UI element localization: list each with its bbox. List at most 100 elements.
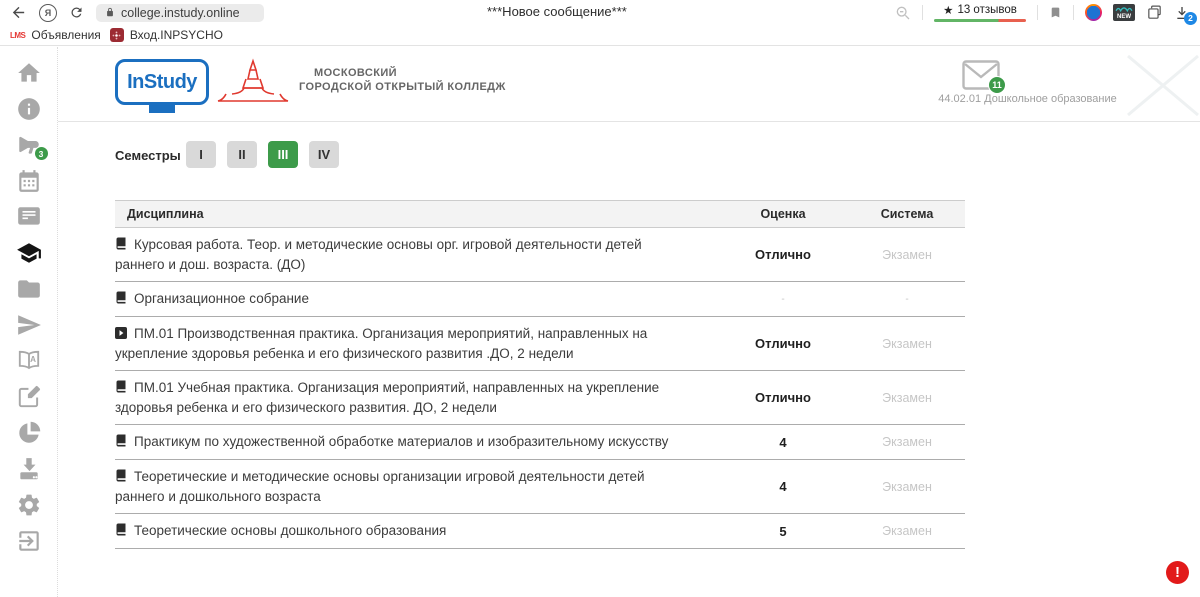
bookmark-announcements[interactable]: LMS Объявления	[10, 28, 101, 42]
system-cell: Экзамен	[849, 460, 965, 514]
extension-icon[interactable]	[1085, 4, 1102, 21]
stats-icon	[16, 420, 42, 446]
folder-icon	[16, 276, 42, 302]
collections-icon[interactable]	[1146, 4, 1163, 21]
semester-button-II[interactable]: II	[227, 141, 257, 168]
mail-icon[interactable]: 11	[962, 60, 1000, 90]
college-name: МОСКОВСКИЙ ГОРОДСКОЙ ОТКРЫТЫЙ КОЛЛЕДЖ	[299, 66, 506, 94]
svg-text:A: A	[30, 355, 36, 364]
translate-icon: A	[16, 348, 42, 374]
bookmark-icon[interactable]	[1049, 5, 1062, 20]
journal-icon	[16, 204, 42, 230]
system-cell: Экзамен	[849, 371, 965, 425]
grade-cell: Отлично	[717, 317, 849, 371]
program-title: 44.02.01 Дошкольное образование	[930, 93, 1125, 105]
semester-button-I[interactable]: I	[186, 141, 216, 168]
bookmark-inpsycho[interactable]: Вход.INPSYCHO	[110, 28, 223, 42]
grade-cell: 5	[717, 514, 849, 549]
reviews-button[interactable]: ★ 13 отзывов	[934, 3, 1026, 22]
book-icon	[115, 236, 127, 255]
sidebar-item-grades[interactable]	[15, 240, 43, 266]
grades-icon	[16, 240, 42, 266]
grade-cell: -	[717, 282, 849, 317]
system-cell: Экзамен	[849, 317, 965, 371]
sidebar-item-calendar[interactable]	[15, 168, 43, 194]
column-grade: Оценка	[717, 201, 849, 228]
discipline-name: ПМ.01 Производственная практика. Организ…	[115, 326, 647, 361]
discipline-cell: ПМ.01 Производственная практика. Организ…	[115, 317, 717, 371]
discipline-name: ПМ.01 Учебная практика. Организация меро…	[115, 380, 659, 415]
college-logo-icon	[210, 58, 296, 108]
back-icon[interactable]	[10, 4, 27, 21]
discipline-name: Теоретические основы дошкольного образов…	[134, 523, 446, 538]
sidebar-item-edit[interactable]	[15, 384, 43, 410]
semester-button-IV[interactable]: IV	[309, 141, 339, 168]
reviews-label: 13 отзывов	[957, 4, 1016, 16]
system-cell: Экзамен	[849, 228, 965, 282]
system-cell: Экзамен	[849, 514, 965, 549]
video-icon	[115, 325, 127, 344]
discipline-name: Теоретические и методические основы орга…	[115, 469, 645, 504]
new-extension-icon[interactable]: NEW	[1113, 4, 1135, 21]
sidebar: 3A	[0, 47, 58, 597]
instudy-logo[interactable]: InStudy	[115, 59, 209, 105]
info-icon	[16, 96, 42, 122]
inpsycho-favicon	[110, 28, 124, 42]
divider	[1073, 5, 1074, 20]
table-row: Практикум по художественной обработке ма…	[115, 425, 965, 460]
table-header-row: Дисциплина Оценка Система	[115, 201, 965, 228]
error-alert-icon[interactable]: !	[1166, 561, 1189, 584]
refresh-icon[interactable]	[69, 5, 84, 20]
discipline-cell: Теоретические основы дошкольного образов…	[115, 514, 717, 549]
semesters-label: Семестры	[115, 148, 181, 163]
sidebar-item-settings[interactable]	[15, 492, 43, 518]
discipline-cell: Организационное собрание	[115, 282, 717, 317]
sidebar-item-home[interactable]	[15, 60, 43, 86]
tab-title: ***Новое сообщение***	[487, 4, 627, 19]
book-icon	[115, 290, 127, 309]
star-icon: ★	[943, 3, 953, 17]
table-row: ПМ.01 Производственная практика. Организ…	[115, 317, 965, 371]
grade-cell: Отлично	[717, 371, 849, 425]
discipline-cell: Курсовая работа. Теор. и методические ос…	[115, 228, 717, 282]
sidebar-item-translate[interactable]: A	[15, 348, 43, 374]
downloads-count-badge: 2	[1184, 12, 1197, 25]
downloads-icon	[16, 456, 42, 482]
logout-icon	[16, 528, 42, 554]
discipline-name: Курсовая работа. Теор. и методические ос…	[115, 237, 642, 272]
table-row: ПМ.01 Учебная практика. Организация меро…	[115, 371, 965, 425]
divider	[922, 5, 923, 20]
edit-icon	[16, 384, 42, 410]
column-discipline: Дисциплина	[115, 201, 717, 228]
profile-icon[interactable]: Я	[39, 4, 57, 22]
discipline-cell: ПМ.01 Учебная практика. Организация меро…	[115, 371, 717, 425]
discipline-name: Организационное собрание	[134, 291, 309, 306]
semester-button-III[interactable]: III	[268, 141, 298, 168]
bookmarks-bar: LMS Объявления Вход.INPSYCHO	[0, 25, 1200, 46]
discipline-cell: Теоретические и методические основы орга…	[115, 460, 717, 514]
reviews-rating-bar	[934, 19, 1026, 22]
sidebar-item-info[interactable]	[15, 96, 43, 122]
close-decor-icon[interactable]	[1126, 54, 1200, 117]
sidebar-item-logout[interactable]	[15, 528, 43, 554]
notification-badge: 3	[34, 146, 49, 161]
zoom-icon[interactable]	[895, 5, 911, 21]
address-bar[interactable]: college.instudy.online	[96, 4, 264, 22]
sidebar-item-downloads[interactable]	[15, 456, 43, 482]
sidebar-item-announcements[interactable]: 3	[15, 132, 43, 158]
system-cell: Экзамен	[849, 425, 965, 460]
sidebar-item-send[interactable]	[15, 312, 43, 338]
grade-cell: 4	[717, 460, 849, 514]
browser-toolbar: Я college.instudy.online ***Новое сообще…	[0, 0, 1200, 25]
settings-icon	[16, 492, 42, 518]
download-icon[interactable]: 2	[1174, 5, 1190, 21]
sidebar-item-journal[interactable]	[15, 204, 43, 230]
calendar-icon	[16, 168, 42, 194]
sidebar-item-folder[interactable]	[15, 276, 43, 302]
book-icon	[115, 522, 127, 541]
mail-count-badge: 11	[988, 76, 1006, 94]
sidebar-item-stats[interactable]	[15, 420, 43, 446]
discipline-name: Практикум по художественной обработке ма…	[134, 434, 668, 449]
table-row: Организационное собрание--	[115, 282, 965, 317]
grades-table: Дисциплина Оценка Система Курсовая работ…	[115, 200, 965, 549]
